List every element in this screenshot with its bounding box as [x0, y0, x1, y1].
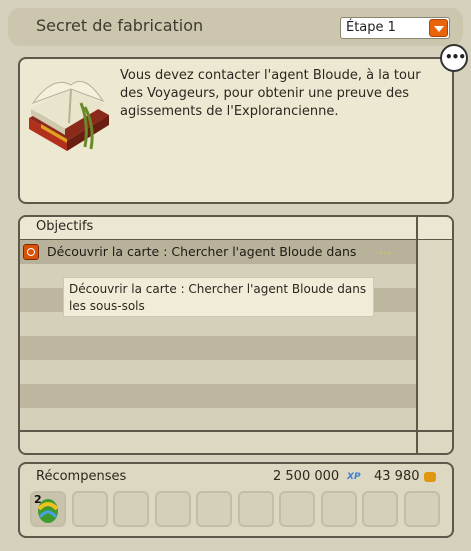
reward-slot — [155, 491, 191, 527]
target-icon[interactable] — [23, 244, 39, 260]
description-panel: Vous devez contacter l'agent Bloude, à l… — [18, 57, 454, 204]
reward-slot — [404, 491, 440, 527]
objective-text: Découvrir la carte : Chercher l'agent Bl… — [47, 244, 357, 259]
chat-bubble-icon[interactable]: ••• — [440, 44, 468, 72]
reward-slot — [238, 491, 274, 527]
scrollbar-divider — [416, 217, 418, 453]
objectives-title: Objectifs — [36, 219, 94, 234]
reward-slot — [196, 491, 232, 527]
empty-row — [20, 408, 416, 432]
reward-slot — [362, 491, 398, 527]
empty-row — [20, 384, 416, 408]
step-dropdown[interactable]: Étape 1 — [340, 17, 450, 39]
xp-icon: XP — [347, 472, 361, 482]
rewards-title: Récompenses — [36, 469, 127, 484]
empty-row — [20, 336, 416, 360]
reward-slot — [113, 491, 149, 527]
objective-ellipsis: ... — [379, 243, 392, 258]
xp-value: 2 500 000 — [273, 469, 340, 484]
kamas-value: 43 980 — [374, 469, 420, 484]
objective-tooltip: Découvrir la carte : Chercher l'agent Bl… — [63, 277, 374, 317]
reward-slot — [279, 491, 315, 527]
quest-description: Vous devez contacter l'agent Bloude, à l… — [120, 68, 421, 119]
footer-divider — [20, 430, 452, 432]
objectives-panel: Objectifs Découvrir la carte : Chercher … — [18, 215, 454, 455]
kamas-icon — [424, 472, 436, 482]
reward-slot[interactable]: 2 — [30, 491, 66, 527]
quest-title: Secret de fabrication — [36, 16, 204, 35]
reward-slot — [72, 491, 108, 527]
item-quantity: 2 — [34, 493, 42, 506]
empty-row — [20, 360, 416, 384]
rewards-panel: Récompenses 2 500 000 XP 43 980 2 — [18, 462, 454, 538]
reward-slot — [321, 491, 357, 527]
objective-row[interactable]: Découvrir la carte : Chercher l'agent Bl… — [20, 240, 416, 264]
chevron-down-icon[interactable] — [429, 19, 448, 37]
book-icon — [29, 81, 109, 151]
step-dropdown-value: Étape 1 — [346, 20, 396, 35]
objectives-header: Objectifs — [20, 217, 452, 240]
